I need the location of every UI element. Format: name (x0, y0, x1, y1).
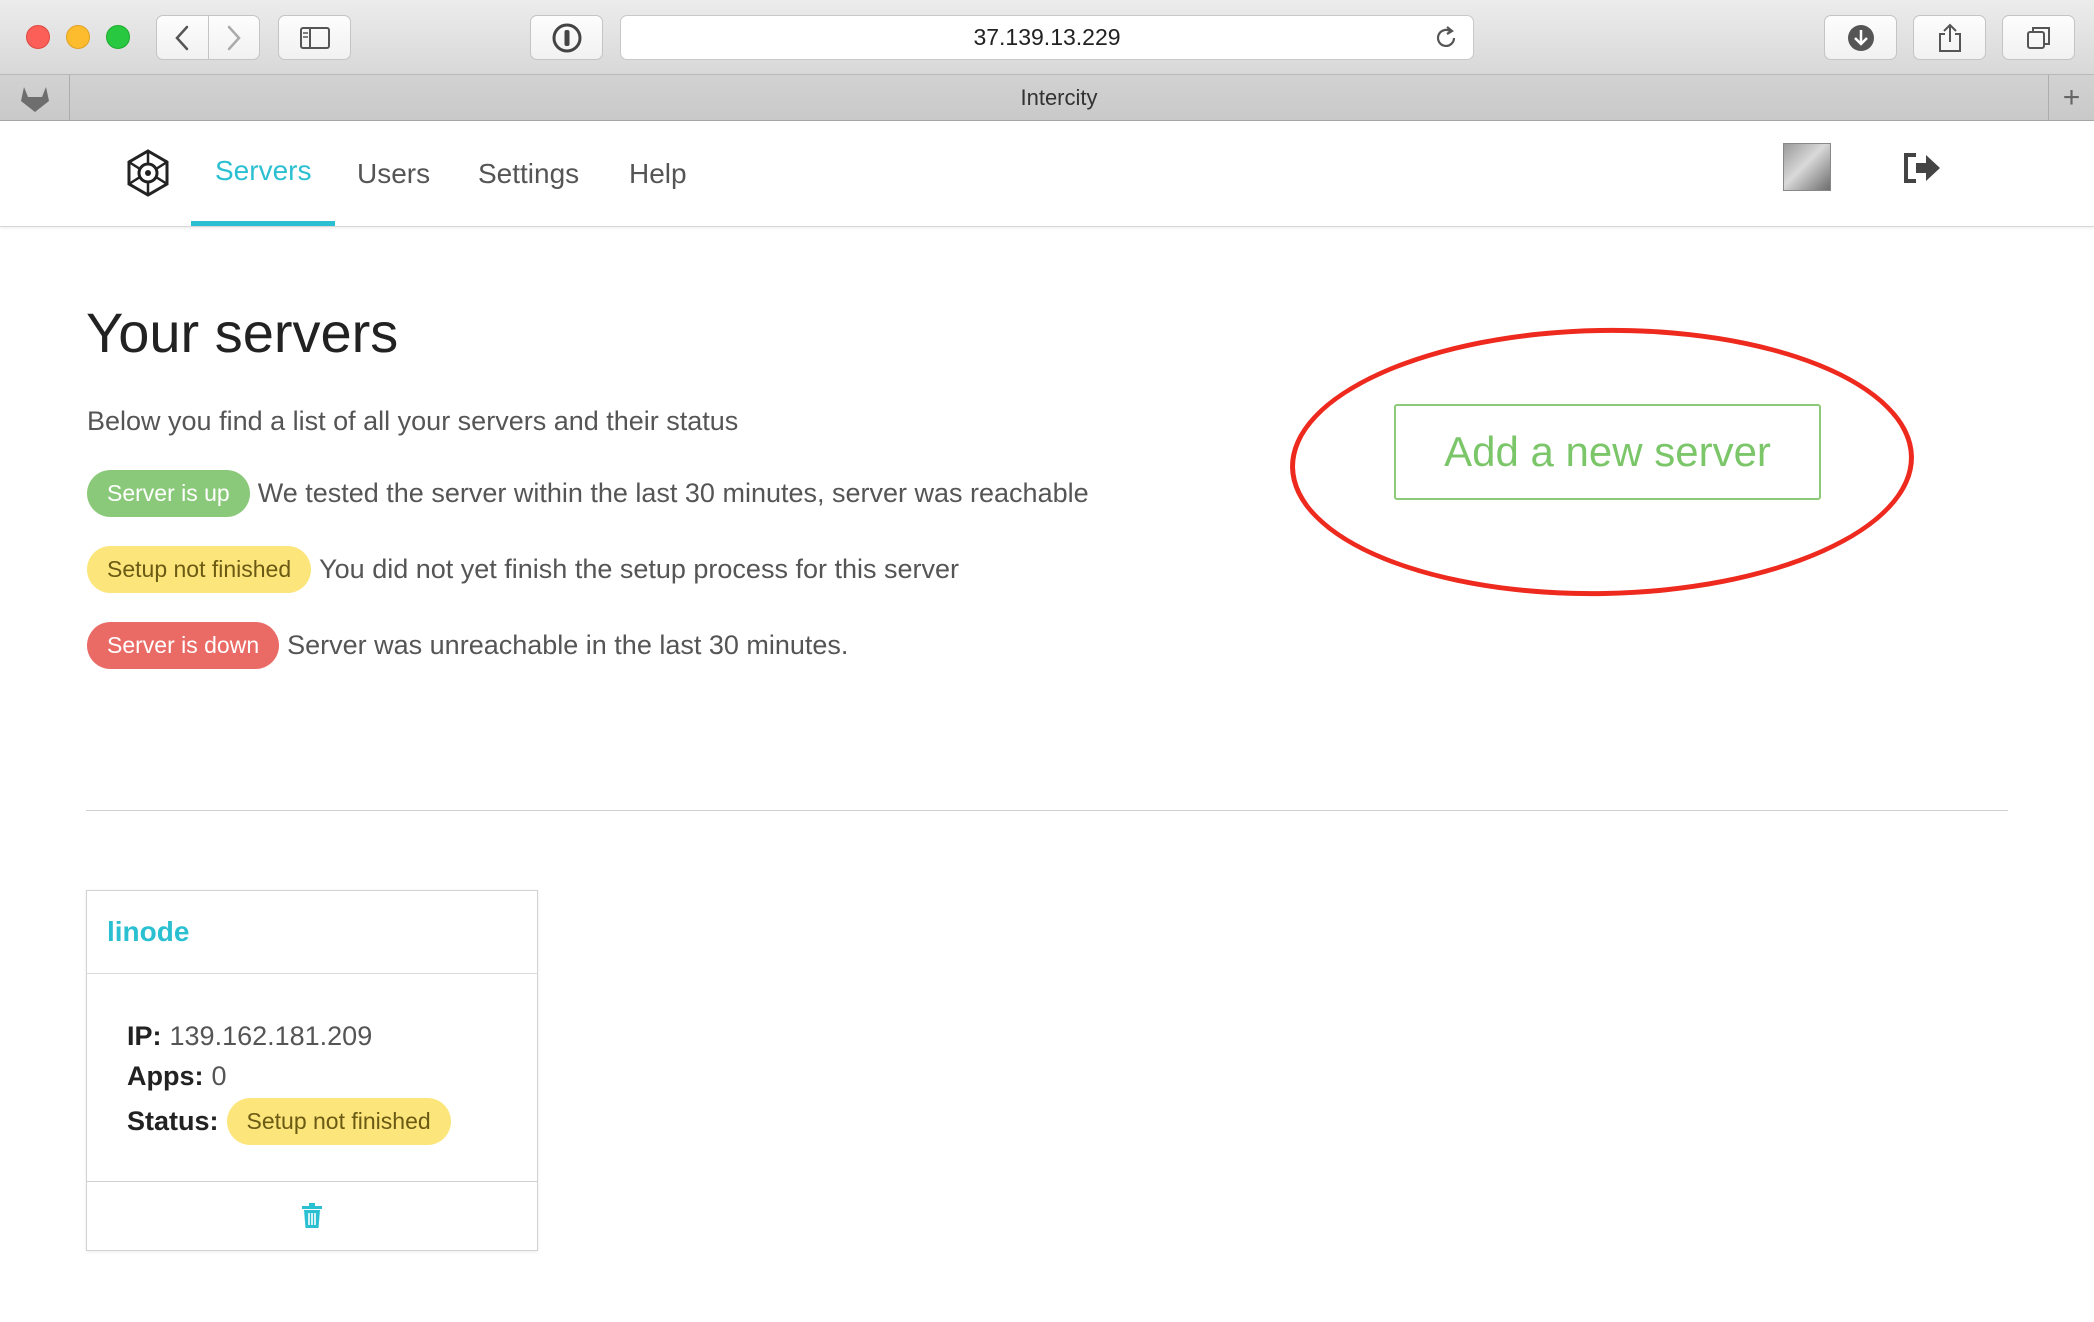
nav-help-label: Help (629, 157, 687, 189)
tab-title-text: Intercity (1020, 84, 1098, 110)
keyhole-icon (552, 23, 581, 52)
add-server-button[interactable]: Add a new server (1394, 404, 1821, 500)
url-text: 37.139.13.229 (973, 24, 1121, 50)
chevron-right-icon (227, 25, 241, 50)
server-name-link[interactable]: linode (107, 916, 189, 948)
intercity-logo-icon[interactable] (124, 149, 172, 197)
forward-button[interactable] (209, 16, 260, 59)
status-badge-setup: Setup not finished (87, 546, 312, 593)
pinned-tab[interactable] (0, 75, 70, 120)
nav-users-label: Users (357, 157, 431, 189)
zoom-window-button[interactable] (106, 25, 130, 49)
page-subtitle: Below you find a list of all your server… (87, 406, 739, 436)
server-card: linode IP: 139.162.181.209 Apps: 0 Statu… (86, 890, 538, 1251)
legend-row-up: Server is up We tested the server within… (87, 470, 1089, 517)
server-ip-row: IP: 139.162.181.209 (127, 1016, 537, 1056)
server-status-badge: Setup not finished (226, 1097, 451, 1145)
tab-intercity[interactable]: Intercity (70, 75, 2048, 120)
tab-bar: Intercity + (0, 75, 2094, 121)
server-status-row: Status: Setup not finished (127, 1096, 537, 1146)
server-ip-label: IP: (127, 1020, 162, 1051)
section-divider (86, 810, 2008, 811)
new-tab-button[interactable]: + (2048, 75, 2094, 120)
logout-icon[interactable] (1902, 151, 1942, 185)
page-title: Your servers (86, 301, 399, 364)
nav-settings[interactable]: Settings (454, 121, 603, 226)
server-card-footer (87, 1182, 537, 1250)
history-navigation (156, 15, 260, 60)
legend-description-setup: You did not yet finish the setup process… (319, 554, 959, 584)
gitlab-icon (20, 86, 49, 112)
legend-description-down: Server was unreachable in the last 30 mi… (287, 630, 849, 660)
sidebar-icon (299, 26, 330, 49)
server-apps-row: Apps: 0 (127, 1056, 537, 1096)
nav-users[interactable]: Users (333, 121, 454, 226)
password-manager-button[interactable] (530, 15, 603, 60)
plus-icon: + (2062, 80, 2081, 114)
nav-settings-label: Settings (478, 157, 580, 189)
status-badge-up: Server is up (87, 470, 250, 517)
app-navbar: Servers Users Settings Help (0, 121, 2094, 227)
server-apps-value: 0 (211, 1060, 227, 1091)
server-card-body: IP: 139.162.181.209 Apps: 0 Status: Setu… (87, 974, 537, 1182)
nav-servers[interactable]: Servers (191, 121, 336, 226)
nav-help[interactable]: Help (605, 121, 711, 226)
tabs-icon (2026, 26, 2050, 49)
sidebar-button[interactable] (278, 15, 351, 60)
minimize-window-button[interactable] (66, 25, 90, 49)
legend-row-setup: Setup not finished You did not yet finis… (87, 546, 959, 593)
share-button[interactable] (1913, 15, 1986, 60)
back-button[interactable] (157, 16, 209, 59)
reload-icon[interactable] (1433, 25, 1459, 51)
server-ip-value: 139.162.181.209 (169, 1020, 373, 1051)
address-bar[interactable]: 37.139.13.229 (620, 15, 1474, 60)
tabs-overview-button[interactable] (2002, 15, 2075, 60)
legend-description-up: We tested the server within the last 30 … (257, 478, 1089, 508)
status-badge-down: Server is down (87, 622, 280, 669)
server-status-label: Status: (127, 1105, 219, 1136)
browser-toolbar: 37.139.13.229 (0, 0, 2094, 75)
downloads-button[interactable] (1824, 15, 1897, 60)
server-apps-label: Apps: (127, 1060, 204, 1091)
trash-icon[interactable] (301, 1203, 323, 1229)
legend-row-down: Server is down Server was unreachable in… (87, 622, 848, 669)
user-avatar[interactable] (1783, 143, 1831, 191)
share-icon (1938, 23, 1961, 52)
download-icon (1847, 24, 1874, 51)
close-window-button[interactable] (26, 25, 50, 49)
server-card-header: linode (87, 891, 537, 974)
chevron-left-icon (175, 25, 189, 50)
add-server-label: Add a new server (1444, 428, 1771, 475)
nav-servers-label: Servers (215, 155, 312, 186)
